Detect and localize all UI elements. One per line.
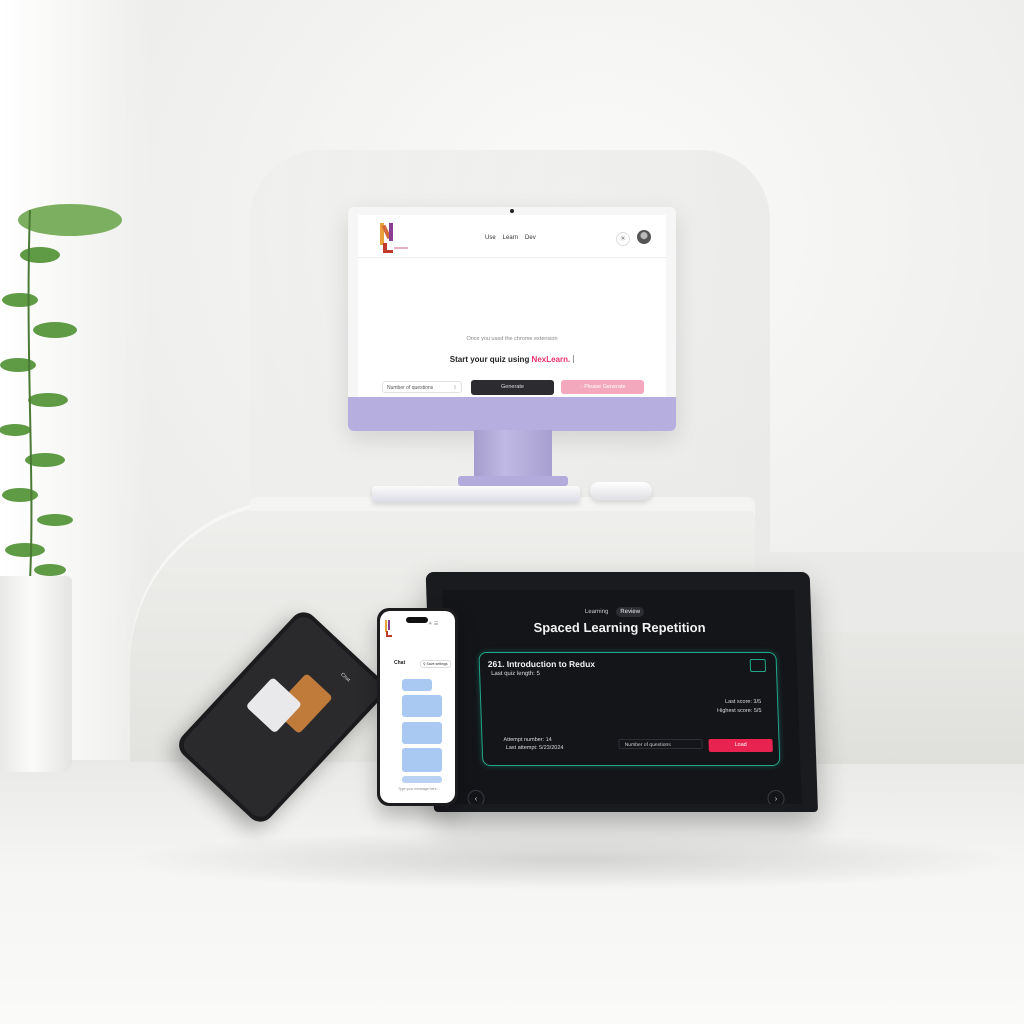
tab-review[interactable]: Review [616, 607, 645, 617]
quiz-checkbox[interactable] [749, 659, 767, 672]
save-settings-button[interactable]: ⚲ Save settings [420, 660, 451, 668]
text-cursor [573, 355, 575, 363]
imac-stand [474, 430, 552, 482]
stepper-icon[interactable]: ⇕ [453, 382, 457, 394]
quiz-length: Last quiz length: 5 [491, 671, 540, 677]
page-title-prefix: Start your quiz using [449, 355, 532, 364]
plant-pot [0, 576, 72, 772]
plant-leaves [0, 204, 122, 581]
chat-title: Chat [339, 671, 352, 684]
question-count-placeholder: Number of questions [387, 385, 434, 391]
last-attempt: Last attempt: 5/23/2024 [505, 745, 564, 751]
please-generate-button[interactable]: ◌ Please Generate [561, 380, 644, 394]
attempt-number: Attempt number: 14 [503, 737, 552, 743]
header-icons: ☀ ☰ [428, 621, 438, 627]
nav-dev[interactable]: Dev [525, 235, 536, 241]
phone-notch [406, 617, 428, 623]
save-settings-label: Save settings [426, 662, 448, 666]
header-divider [358, 257, 666, 258]
avatar[interactable] [637, 230, 651, 244]
nexlearn-logo[interactable] [378, 221, 418, 255]
upright-phone-screen: ☀ ☰ Chat ⚲ Save settings Type your messa… [380, 611, 455, 803]
tablet-device: Learning Review Spaced Learning Repetiti… [425, 572, 818, 812]
chat-bubble [402, 776, 442, 783]
page-title: Start your quiz using NexLearn. [358, 355, 666, 364]
chat-bubble [402, 722, 442, 744]
chat-bubble [402, 695, 442, 717]
imac-stand-foot [458, 476, 568, 486]
learning-review-tabs: Learning Review [581, 607, 645, 617]
floor-shadow [120, 830, 1020, 890]
quiz-card[interactable]: 261. Introduction to Redux Last quiz len… [478, 652, 781, 766]
top-nav: Use Learn Dev [485, 235, 536, 241]
message-input[interactable]: Type your message here... [398, 787, 446, 801]
please-generate-label: Please Generate [584, 384, 626, 390]
question-count-select[interactable]: Number of questions ⇕ [382, 381, 462, 393]
imac-chin [348, 397, 676, 431]
page-title: Spaced Learning Repetition [533, 620, 706, 635]
nav-use[interactable]: Use [485, 235, 496, 241]
nexlearn-logo[interactable] [384, 619, 398, 639]
menu-icon[interactable]: ☰ [434, 621, 438, 627]
nav-learn[interactable]: Learn [503, 235, 518, 241]
tab-learning[interactable]: Learning [581, 607, 613, 617]
load-button[interactable]: Load [708, 739, 773, 752]
chevron-right-icon[interactable]: › [767, 790, 785, 804]
brand-name: NexLearn. [531, 355, 571, 364]
imac-screen: Use Learn Dev ☀ Once you used the chrome… [358, 215, 666, 397]
highest-score: Highest score: 5/5 [717, 708, 762, 714]
quiz-title: 261. Introduction to Redux [487, 659, 596, 669]
sun-icon[interactable]: ☀ [428, 621, 432, 627]
question-count-select[interactable]: Number of questions [618, 739, 703, 749]
tablet-screen: Learning Review Spaced Learning Repetiti… [442, 590, 802, 804]
last-score: Last score: 3/5 [724, 699, 762, 705]
generate-button[interactable]: Generate [471, 380, 554, 395]
chat-bubble [402, 679, 432, 691]
imac-camera [510, 209, 514, 213]
keyboard [372, 486, 580, 502]
upright-phone: ☀ ☰ Chat ⚲ Save settings Type your messa… [377, 608, 458, 806]
mouse [590, 482, 652, 500]
page-subtitle: Once you used the chrome extension [466, 336, 558, 342]
theme-toggle-sun-icon[interactable]: ☀ [616, 232, 630, 246]
imac-monitor: Use Learn Dev ☀ Once you used the chrome… [348, 207, 676, 431]
chevron-left-icon[interactable]: ‹ [467, 790, 485, 804]
chat-title: Chat [394, 660, 406, 666]
chat-bubble [402, 748, 442, 772]
